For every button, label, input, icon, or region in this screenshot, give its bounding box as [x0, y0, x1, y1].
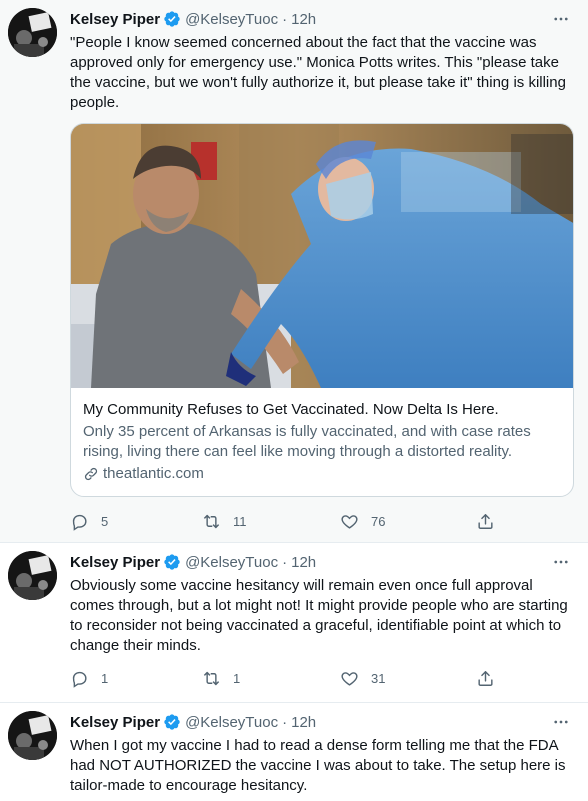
tweet-2[interactable]: Kelsey Piper @KelseyTuoc · 12h Obviously… [0, 543, 588, 703]
tweet-text: "People I know seemed concerned about th… [70, 34, 571, 111]
tweet-header: Kelsey Piper @KelseyTuoc · 12h [70, 712, 572, 732]
card-domain-text: theatlantic.com [103, 465, 204, 482]
card-title: My Community Refuses to Get Vaccinated. … [83, 401, 499, 418]
avatar[interactable] [8, 551, 57, 600]
card-description: Only 35 percent of Arkansas is fully vac… [83, 423, 531, 460]
tweet-header: Kelsey Piper @KelseyTuoc · 12h [70, 552, 572, 572]
reply-icon [72, 514, 87, 531]
author-name[interactable]: Kelsey Piper [70, 11, 160, 28]
more-options-icon[interactable] [550, 712, 572, 732]
avatar-image [8, 8, 57, 57]
like-button[interactable]: 31 [340, 667, 385, 689]
author-handle[interactable]: @KelseyTuoc [185, 714, 278, 731]
author-handle[interactable]: @KelseyTuoc [185, 11, 278, 28]
timestamp[interactable]: 12h [291, 11, 316, 28]
tweet-text: Obviously some vaccine hesitancy will re… [70, 577, 572, 654]
avatar[interactable] [8, 8, 57, 57]
tweet-text: When I got my vaccine I had to read a de… [70, 737, 570, 794]
card-image [71, 124, 573, 388]
reply-count: 5 [101, 513, 109, 529]
timestamp[interactable]: 12h [291, 554, 316, 571]
link-card[interactable]: My Community Refuses to Get Vaccinated. … [70, 123, 574, 497]
heart-icon [341, 671, 358, 686]
share-icon [478, 513, 493, 529]
tweet-3[interactable]: Kelsey Piper @KelseyTuoc · 12h When I go… [0, 703, 588, 801]
reply-button[interactable]: 5 [70, 510, 108, 532]
verified-badge-icon [163, 553, 181, 571]
avatar[interactable] [8, 711, 57, 760]
like-count: 76 [371, 513, 386, 529]
retweet-icon [203, 671, 220, 685]
retweet-button[interactable]: 1 [202, 667, 240, 689]
retweet-count: 1 [233, 670, 241, 686]
more-options-icon[interactable] [550, 552, 572, 572]
tweet-actions: 1 1 31 [70, 667, 510, 689]
retweet-button[interactable]: 11 [202, 510, 247, 532]
author-handle[interactable]: @KelseyTuoc [185, 554, 278, 571]
retweet-count: 11 [233, 513, 247, 529]
tweet-header: Kelsey Piper @KelseyTuoc · 12h [70, 9, 572, 29]
share-icon [478, 670, 493, 686]
avatar-image [8, 711, 57, 760]
like-count: 31 [371, 670, 386, 686]
verified-badge-icon [163, 713, 181, 731]
reply-count: 1 [101, 670, 109, 686]
retweet-icon [203, 514, 220, 528]
like-button[interactable]: 76 [340, 510, 385, 532]
verified-badge-icon [163, 10, 181, 28]
link-icon [84, 467, 98, 481]
share-button[interactable] [476, 667, 495, 689]
avatar-image [8, 551, 57, 600]
reply-icon [72, 671, 87, 688]
share-button[interactable] [476, 510, 495, 532]
tweet-actions: 5 11 76 [70, 510, 510, 532]
heart-icon [341, 514, 358, 529]
tweet-1[interactable]: Kelsey Piper @KelseyTuoc · 12h "People I… [0, 0, 588, 543]
reply-button[interactable]: 1 [70, 667, 108, 689]
timestamp[interactable]: 12h [291, 714, 316, 731]
author-name[interactable]: Kelsey Piper [70, 554, 160, 571]
card-domain: theatlantic.com [83, 464, 561, 484]
more-options-icon[interactable] [550, 9, 572, 29]
author-name[interactable]: Kelsey Piper [70, 714, 160, 731]
